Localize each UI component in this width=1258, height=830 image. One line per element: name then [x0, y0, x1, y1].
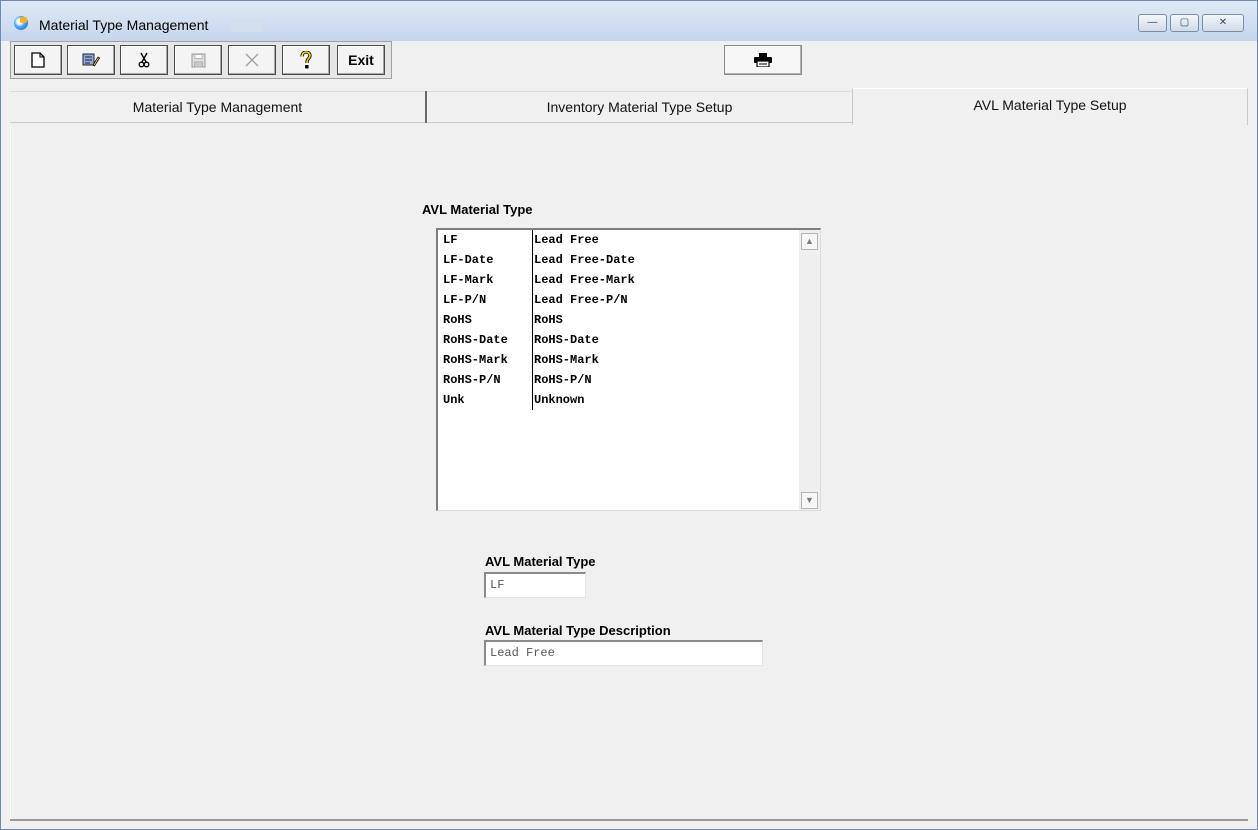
close-button[interactable]: ✕: [1202, 14, 1244, 32]
avl-desc-field[interactable]: Lead Free: [484, 640, 763, 666]
delete-button[interactable]: [228, 45, 276, 75]
edit-button[interactable]: [67, 45, 115, 75]
minimize-button[interactable]: —: [1138, 14, 1167, 32]
title-bar: Material Type Management — ▢ ✕: [1, 1, 1257, 41]
list-item-description: Unknown: [534, 393, 585, 407]
list-item-code: RoHS-Mark: [443, 353, 508, 367]
avl-type-field-label: AVL Material Type: [485, 554, 596, 569]
window-title: Material Type Management: [39, 17, 209, 33]
tab-material-type-management[interactable]: Material Type Management: [10, 91, 425, 123]
cut-button[interactable]: [120, 45, 168, 75]
list-item-code: LF-Date: [443, 253, 494, 267]
list-item-description: RoHS: [534, 313, 563, 327]
avl-material-type-list[interactable]: LF Lead Free LF-Date Lead Free-Date LF-M…: [436, 228, 821, 511]
toolbar: Exit: [10, 41, 392, 79]
window-controls: — ▢ ✕: [1138, 14, 1244, 32]
help-button[interactable]: [282, 45, 330, 75]
title-blank-area: [231, 18, 263, 32]
maximize-button[interactable]: ▢: [1170, 14, 1199, 32]
list-item-code: LF: [443, 233, 458, 247]
avl-type-field[interactable]: LF: [484, 572, 586, 598]
tab-bar: Material Type Management Inventory Mater…: [10, 88, 1248, 125]
print-button[interactable]: [724, 45, 802, 75]
tab-label: Material Type Management: [132, 99, 303, 115]
x-icon: [245, 53, 259, 67]
tab-avl-material-type-setup[interactable]: AVL Material Type Setup: [852, 88, 1248, 125]
list-item-code: LF-P/N: [443, 293, 487, 307]
list-item-code: RoHS-Date: [443, 333, 508, 347]
list-item-description: RoHS-Date: [534, 333, 599, 347]
help-question-icon: [300, 51, 312, 69]
status-divider: [10, 819, 1248, 821]
main-window: Material Type Management — ▢ ✕ Exit Mate…: [0, 0, 1258, 830]
list-item-code: RoHS-P/N: [443, 373, 501, 387]
new-button[interactable]: [14, 45, 62, 75]
tab-label: AVL Material Type Setup: [973, 97, 1127, 113]
exit-label: Exit: [348, 52, 374, 68]
new-document-icon: [31, 52, 45, 68]
edit-icon: [82, 53, 100, 67]
scroll-down-arrow-icon[interactable]: ▼: [801, 492, 818, 509]
list-item-description: RoHS-P/N: [534, 373, 592, 387]
scissors-icon: [138, 52, 150, 68]
list-item-description: Lead Free: [534, 233, 599, 247]
printer-icon: [754, 53, 772, 67]
list-item-description: Lead Free-Date: [534, 253, 635, 267]
save-button[interactable]: [174, 45, 222, 75]
list-item-description: RoHS-Mark: [534, 353, 599, 367]
list-item-code: LF-Mark: [443, 273, 494, 287]
tab-label: Inventory Material Type Setup: [546, 99, 733, 115]
avl-list-label: AVL Material Type: [422, 202, 533, 217]
app-icon: [14, 16, 28, 30]
list-item-code: RoHS: [443, 313, 472, 327]
exit-button[interactable]: Exit: [337, 45, 385, 75]
floppy-disk-icon: [191, 53, 205, 67]
avl-desc-field-label: AVL Material Type Description: [485, 623, 671, 638]
list-item-code: Unk: [443, 393, 465, 407]
list-item-description: Lead Free-Mark: [534, 273, 635, 287]
scroll-up-arrow-icon[interactable]: ▲: [801, 233, 818, 250]
list-item-description: Lead Free-P/N: [534, 293, 628, 307]
list-scrollbar[interactable]: ▲ ▼: [799, 230, 820, 510]
tab-inventory-material-type-setup[interactable]: Inventory Material Type Setup: [427, 91, 852, 123]
